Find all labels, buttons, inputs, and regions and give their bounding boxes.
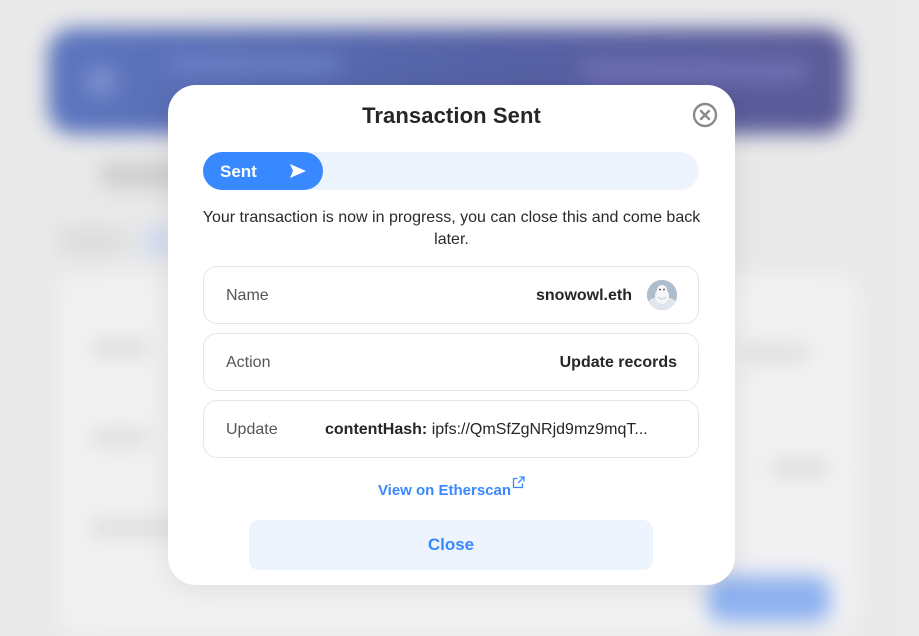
detail-label-name: Name	[226, 287, 269, 304]
close-button[interactable]: Close	[249, 520, 653, 570]
detail-label-update: Update	[226, 421, 278, 438]
page: Transaction Sent Sent Your transaction i…	[0, 0, 919, 636]
send-icon	[289, 163, 307, 179]
progress-label: Sent	[220, 162, 257, 181]
progress-track: Sent	[203, 152, 699, 190]
status-message: Your transaction is now in progress, you…	[202, 209, 701, 248]
avatar-icon	[647, 280, 677, 310]
progress-status-pill: Sent	[203, 152, 323, 190]
modal-title: Transaction Sent	[362, 103, 541, 128]
detail-row-action: Action Update records	[203, 333, 699, 391]
update-record-value: ipfs://QmSfZgNRjd9mz9mqT...	[431, 421, 648, 438]
transaction-modal: Transaction Sent Sent Your transaction i…	[168, 85, 735, 585]
detail-label-action: Action	[226, 354, 271, 371]
detail-value-update: contentHash: ipfs://QmSfZgNRjd9mz9mqT...	[325, 421, 648, 439]
detail-row-name: Name snowowl.eth	[203, 266, 699, 324]
detail-value-action: Update records	[559, 354, 677, 371]
detail-value-name: snowowl.eth	[536, 287, 632, 304]
external-link-icon	[512, 476, 525, 489]
view-on-etherscan-link[interactable]: View on Etherscan	[168, 476, 735, 499]
detail-row-update: Update contentHash: ipfs://QmSfZgNRjd9mz…	[203, 400, 699, 458]
close-circle-icon[interactable]	[692, 102, 718, 128]
etherscan-link-label: View on Etherscan	[377, 482, 512, 499]
update-record-key: contentHash:	[325, 421, 428, 438]
